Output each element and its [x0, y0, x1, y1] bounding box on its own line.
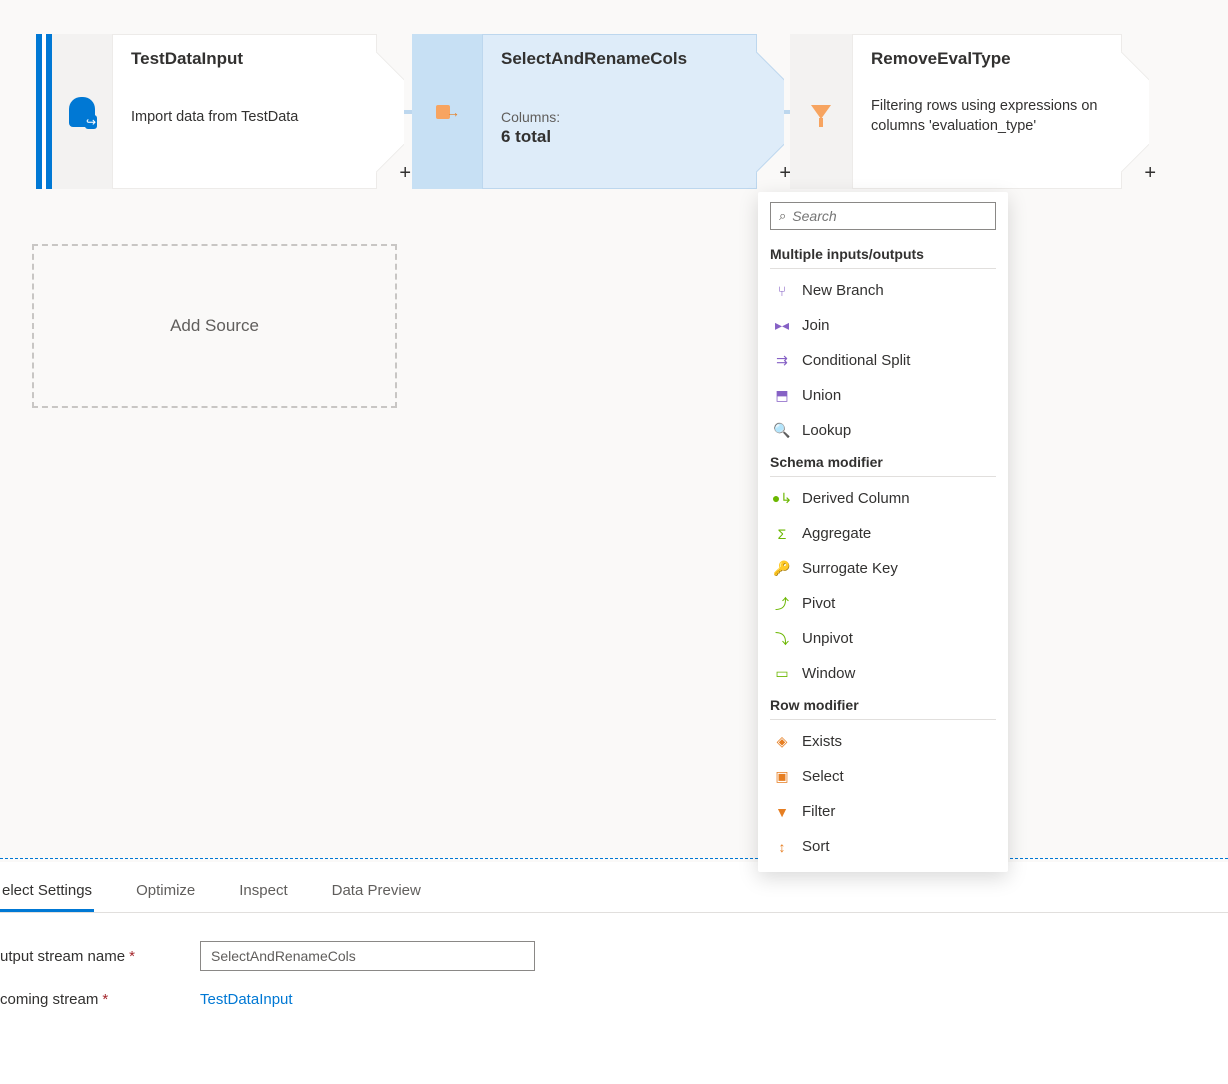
tab-optimize[interactable]: Optimize: [134, 872, 197, 912]
incoming-stream-link[interactable]: TestDataInput: [200, 991, 293, 1008]
node-title: RemoveEvalType: [871, 49, 1103, 69]
dataflow-canvas[interactable]: TestDataInput Import data from TestData …: [0, 0, 1228, 860]
add-transformation-button[interactable]: +: [1144, 162, 1156, 185]
node-title: TestDataInput: [131, 49, 358, 69]
derived-column-icon: ●↳: [774, 491, 790, 507]
menu-item-derived-column[interactable]: ●↳Derived Column: [770, 481, 996, 516]
node-sub-value: 6 total: [501, 127, 738, 147]
tab-select-settings[interactable]: elect Settings: [0, 872, 94, 912]
menu-item-window[interactable]: ▭Window: [770, 656, 996, 691]
source-dataset-icon: [69, 97, 95, 127]
menu-item-new-branch[interactable]: ⑂New Branch: [770, 273, 996, 308]
menu-section-header: Multiple inputs/outputs: [770, 240, 996, 269]
filter-icon: ▼: [774, 804, 790, 820]
menu-section-header: Row modifier: [770, 691, 996, 720]
node-description: Import data from TestData: [131, 109, 358, 125]
tab-inspect[interactable]: Inspect: [237, 872, 289, 912]
unpivot-icon: ⤵: [774, 631, 790, 647]
bottom-panel: elect Settings Optimize Inspect Data Pre…: [0, 862, 1228, 1084]
output-stream-name-input[interactable]: [200, 941, 535, 971]
menu-item-unpivot[interactable]: ⤵Unpivot: [770, 621, 996, 656]
window-icon: ▭: [774, 666, 790, 682]
menu-item-aggregate[interactable]: ΣAggregate: [770, 516, 996, 551]
join-icon: ▸◂: [774, 318, 790, 334]
conditional-split-icon: ⇉: [774, 353, 790, 369]
sort-icon: ↕: [774, 839, 790, 855]
exists-icon: ◈: [774, 734, 790, 750]
lookup-icon: 🔍: [774, 423, 790, 439]
menu-search[interactable]: ⌕: [770, 202, 996, 230]
surrogate-key-icon: 🔑: [774, 561, 790, 577]
node-description: Filtering rows using expressions on colu…: [871, 97, 1103, 136]
aggregate-icon: Σ: [774, 526, 790, 542]
menu-item-union[interactable]: ⬒Union: [770, 378, 996, 413]
menu-search-input[interactable]: [792, 208, 987, 224]
menu-item-select[interactable]: ▣Select: [770, 759, 996, 794]
select-icon: ▣: [774, 769, 790, 785]
menu-item-sort[interactable]: ↕Sort: [770, 829, 996, 864]
menu-item-filter[interactable]: ▼Filter: [770, 794, 996, 829]
search-icon: ⌕: [779, 208, 786, 224]
node-title: SelectAndRenameCols: [501, 49, 738, 69]
filter-transform-icon: [811, 105, 831, 119]
menu-item-surrogate-key[interactable]: 🔑Surrogate Key: [770, 551, 996, 586]
node-icon-col: [52, 34, 112, 189]
select-transform-icon: [436, 102, 458, 122]
menu-item-conditional-split[interactable]: ⇉Conditional Split: [770, 343, 996, 378]
menu-item-lookup[interactable]: 🔍Lookup: [770, 413, 996, 448]
union-icon: ⬒: [774, 388, 790, 404]
menu-item-exists[interactable]: ◈Exists: [770, 724, 996, 759]
add-source-button[interactable]: Add Source: [32, 244, 397, 408]
tab-data-preview[interactable]: Data Preview: [330, 872, 423, 912]
incoming-stream-label: coming stream*: [0, 991, 200, 1008]
node-sub-label: Columns:: [501, 109, 738, 125]
branch-icon: ⑂: [774, 283, 790, 299]
node-testdatainput[interactable]: TestDataInput Import data from TestData …: [36, 34, 377, 189]
node-removeevaltype[interactable]: RemoveEvalType Filtering rows using expr…: [790, 34, 1122, 189]
panel-tabs: elect Settings Optimize Inspect Data Pre…: [0, 872, 1228, 913]
transformation-menu: ⌕ Multiple inputs/outputs ⑂New Branch ▸◂…: [758, 192, 1008, 872]
menu-section-header: Schema modifier: [770, 448, 996, 477]
menu-item-pivot[interactable]: ⤴Pivot: [770, 586, 996, 621]
add-transformation-button[interactable]: +: [399, 162, 411, 185]
menu-item-join[interactable]: ▸◂Join: [770, 308, 996, 343]
pivot-icon: ⤴: [774, 596, 790, 612]
node-selectandrenamecols[interactable]: SelectAndRenameCols Columns: 6 total +: [412, 34, 757, 189]
panel-divider[interactable]: [0, 858, 1228, 859]
output-stream-label: utput stream name*: [0, 948, 200, 965]
